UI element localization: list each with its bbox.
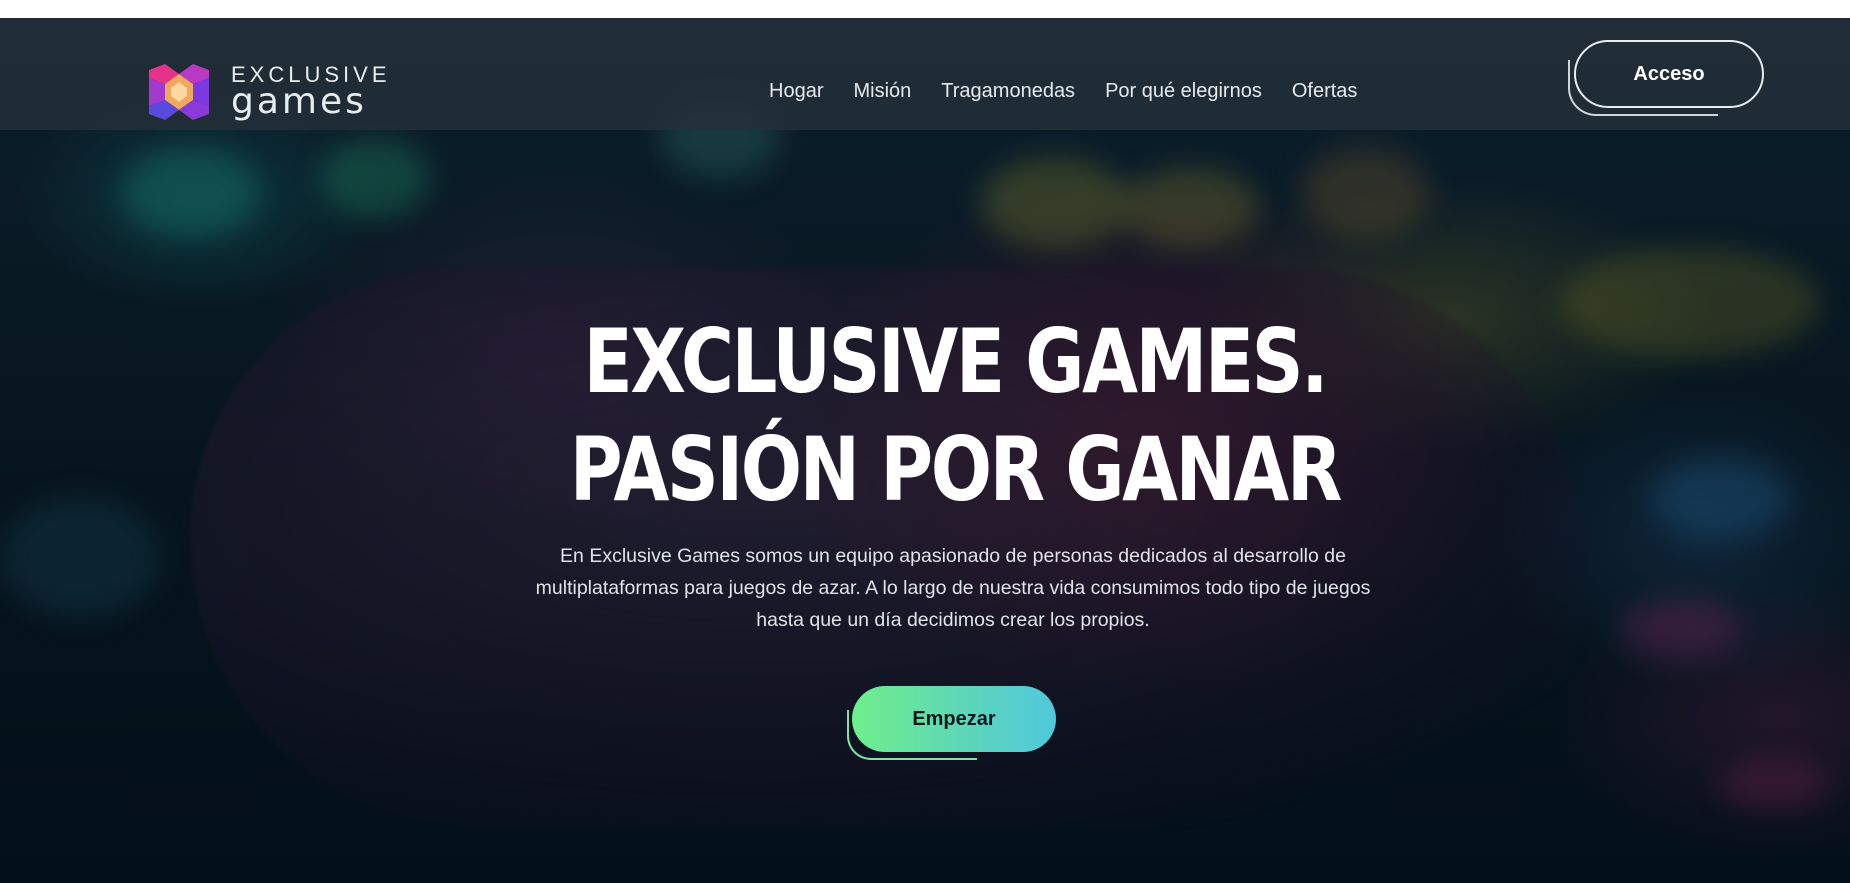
hero-title-line2: PASIÓN POR GANAR xyxy=(569,418,1343,521)
top-navbar: EXCLUSIVE games Hogar Misión Tragamoneda… xyxy=(0,18,1850,130)
main-nav: Hogar Misión Tragamonedas Por qué elegir… xyxy=(769,80,1357,103)
brand-logo[interactable]: EXCLUSIVE games xyxy=(143,64,391,120)
nav-link-mision[interactable]: Misión xyxy=(853,80,911,103)
hero-description: En Exclusive Games somos un equipo apasi… xyxy=(535,545,1371,631)
logo-wordmark-bottom: games xyxy=(231,81,367,122)
nav-link-ofertas[interactable]: Ofertas xyxy=(1292,80,1358,103)
nav-link-hogar[interactable]: Hogar xyxy=(769,80,823,103)
nav-link-por-que-elegirnos[interactable]: Por qué elegirnos xyxy=(1105,80,1262,103)
login-button[interactable]: Acceso xyxy=(1574,40,1764,108)
cta-button-wrapper: Empezar xyxy=(845,686,1061,768)
hero-title: EXCLUSIVE GAMES. PASIÓN POR GANAR xyxy=(172,308,1738,524)
nav-link-tragamonedas[interactable]: Tragamonedas xyxy=(941,80,1075,103)
hero-title-line1: EXCLUSIVE GAMES. xyxy=(583,310,1329,413)
exclusive-games-logo-icon xyxy=(149,64,209,120)
page-top-strip xyxy=(0,0,1850,18)
login-button-wrapper: Acceso xyxy=(1566,40,1766,120)
start-button[interactable]: Empezar xyxy=(852,686,1056,752)
